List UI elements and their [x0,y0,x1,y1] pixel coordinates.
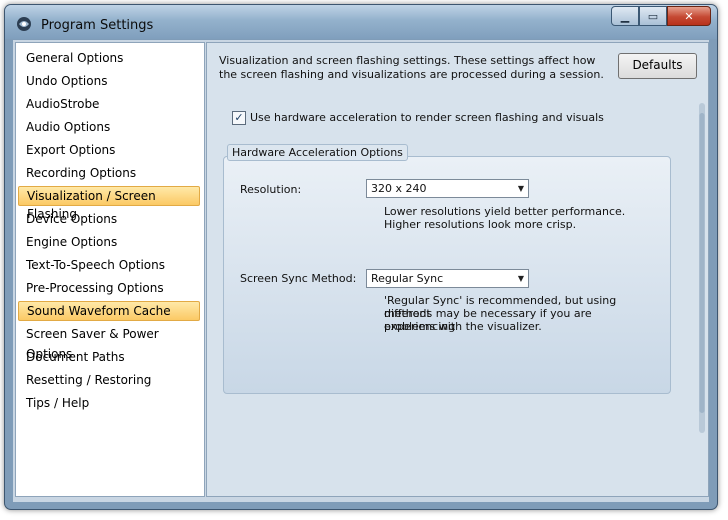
sidebar-item-audiostrobe[interactable]: AudioStrobe [18,94,200,114]
minimize-icon: ▁ [620,9,630,23]
sidebar-item-tips-help[interactable]: Tips / Help [18,393,200,413]
hardware-acceleration-checkbox[interactable]: ✓ [232,111,246,125]
sidebar-item-device-options[interactable]: Device Options [18,209,200,229]
program-settings-window: Program Settings ▁ ▭ ✕ General Options U… [4,4,718,510]
sidebar-item-engine-options[interactable]: Engine Options [18,232,200,252]
sidebar-item-label: Undo Options [26,74,108,88]
sidebar-item-text-to-speech-options[interactable]: Text-To-Speech Options [18,255,200,275]
close-button[interactable]: ✕ [667,6,711,26]
sidebar-item-label: Engine Options [26,235,118,249]
sidebar-item-screen-saver-power-options[interactable]: Screen Saver & Power Options [18,324,200,361]
minimize-button[interactable]: ▁ [611,6,639,26]
hardware-acceleration-label[interactable]: Use hardware acceleration to render scre… [250,111,604,124]
sidebar-item-label: Export Options [26,143,116,157]
sidebar-item-label: Recording Options [26,166,137,180]
resolution-label: Resolution: [240,183,302,196]
chevron-down-icon: ▼ [517,184,524,193]
sidebar-item-recording-options[interactable]: Recording Options [18,163,200,183]
screen-sync-select[interactable]: Regular Sync ▼ [366,269,529,288]
sidebar-item-label: Resetting / Restoring [26,373,152,387]
client-area: General Options Undo Options AudioStrobe… [13,40,709,502]
title-bar[interactable]: Program Settings ▁ ▭ ✕ [5,5,717,39]
sidebar-item-label: Document Paths [26,350,125,364]
settings-panel: Visualization and screen flashing settin… [206,42,709,497]
sidebar-item-pre-processing-options[interactable]: Pre-Processing Options [18,278,200,298]
sidebar-item-audio-options[interactable]: Audio Options [18,117,200,137]
sidebar-item-label: Pre-Processing Options [26,281,164,295]
resolution-hint-1: Lower resolutions yield better performan… [384,205,626,218]
sidebar-item-label: Tips / Help [26,396,90,410]
sidebar-item-resetting-restoring[interactable]: Resetting / Restoring [18,370,200,390]
sidebar-item-label: Audio Options [26,120,111,134]
sidebar-item-label: Sound Waveform Cache [27,304,171,318]
checkmark-icon: ✓ [234,111,244,124]
scrollbar[interactable] [698,103,706,433]
sidebar-item-undo-options[interactable]: Undo Options [18,71,200,91]
app-icon [17,17,31,31]
close-icon: ✕ [684,9,694,23]
screen-sync-label: Screen Sync Method: [240,272,357,285]
resolution-value: 320 x 240 [371,182,427,195]
defaults-button[interactable]: Defaults [618,53,697,79]
sidebar-item-label: Device Options [26,212,118,226]
resolution-hint-2: Higher resolutions look more crisp. [384,218,577,231]
sidebar-item-label: Text-To-Speech Options [26,258,166,272]
settings-category-list: General Options Undo Options AudioStrobe… [15,42,205,497]
hardware-acceleration-group: Resolution: 320 x 240 ▼ Lower resolution… [223,156,671,394]
sidebar-item-document-paths[interactable]: Document Paths [18,347,200,367]
maximize-button[interactable]: ▭ [639,6,667,26]
window-title: Program Settings [41,18,154,33]
sidebar-item-general-options[interactable]: General Options [18,48,200,68]
resolution-select[interactable]: 320 x 240 ▼ [366,179,529,198]
caption-buttons: ▁ ▭ ✕ [611,6,711,26]
screen-sync-value: Regular Sync [371,272,444,285]
chevron-down-icon: ▼ [517,274,524,283]
sidebar-item-label: General Options [26,51,124,65]
sidebar-item-sound-waveform-cache[interactable]: Sound Waveform Cache [18,301,200,321]
sidebar-item-visualization-screen-flashing[interactable]: Visualization / Screen Flashing [18,186,200,221]
panel-description: Visualization and screen flashing settin… [219,54,604,81]
maximize-icon: ▭ [647,9,659,23]
sidebar-item-label: AudioStrobe [26,97,100,111]
sidebar-item-export-options[interactable]: Export Options [18,140,200,160]
screen-sync-hint-3: problems with the visualizer. [384,320,542,333]
group-title: Hardware Acceleration Options [227,144,408,161]
